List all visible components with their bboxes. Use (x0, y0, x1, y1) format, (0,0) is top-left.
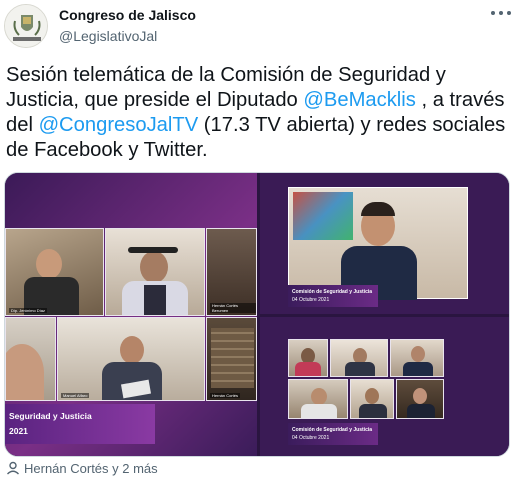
banner-title: Seguridad y Justicia (9, 411, 92, 421)
video-tile: Manuel Alfaro (57, 317, 205, 401)
video-tile (396, 379, 444, 419)
video-tile (330, 339, 388, 377)
liked-by-row[interactable]: Hernán Cortés y 2 más (6, 461, 158, 476)
participant-label: Hernán Cortés (210, 393, 241, 398)
video-tile (5, 317, 56, 401)
banner-title: Comisión de Seguridad y Justicia (292, 289, 373, 295)
photo-video-call-grid[interactable]: Comisión de Seguridad y Justicia 04 Octu… (260, 317, 509, 456)
video-tile (288, 339, 328, 377)
photo-video-call-grid[interactable]: Dip. Jerónimo Díaz Hernán Cortés Berumen… (5, 173, 257, 456)
video-tile (288, 379, 348, 419)
video-tile: Dip. Jerónimo Díaz (5, 228, 104, 316)
banner-date: 2021 (9, 426, 28, 436)
broadcast-banner: Comisión de Seguridad y Justicia 04 Octu… (288, 423, 378, 445)
author-name[interactable]: Congreso de Jalisco (59, 7, 196, 24)
participant-label: Manuel Alfaro (61, 393, 90, 398)
banner-title: Comisión de Seguridad y Justicia (292, 427, 373, 433)
banner-date: 04 Octubre 2021 (292, 435, 330, 441)
video-tile (350, 379, 394, 419)
broadcast-banner: Comisión de Seguridad y Justicia 04 Octu… (288, 285, 378, 307)
avatar[interactable] (4, 4, 48, 48)
tweet-text: Sesión telemática de la Comisión de Segu… (6, 63, 512, 163)
broadcast-banner: Seguridad y Justicia 2021 (5, 404, 155, 444)
liked-by-text[interactable]: Hernán Cortés y 2 más (24, 461, 158, 476)
media-grid: Dip. Jerónimo Díaz Hernán Cortés Berumen… (4, 172, 510, 457)
video-tile (105, 228, 205, 316)
video-tile (288, 187, 468, 300)
participant-label: Hernán Cortés Berumen (210, 303, 256, 313)
escudo-icon (5, 5, 47, 47)
video-tile: Hernán Cortés (206, 317, 257, 401)
mention-link[interactable]: @CongresoJalTV (39, 114, 199, 136)
tweet: Congreso de Jalisco @LegislativoJal Sesi… (0, 0, 523, 481)
tweet-header: Congreso de Jalisco @LegislativoJal (59, 7, 196, 45)
more-options-icon[interactable] (490, 6, 512, 20)
video-tile: Hernán Cortés Berumen (206, 228, 257, 316)
video-tile (390, 339, 444, 377)
banner-date: 04 Octubre 2021 (292, 297, 330, 303)
photo-single-speaker[interactable]: Comisión de Seguridad y Justicia 04 Octu… (260, 173, 509, 314)
author-handle[interactable]: @LegislativoJal (59, 28, 196, 45)
participant-label: Dip. Jerónimo Díaz (9, 308, 48, 313)
mention-link[interactable]: @BeMacklis (303, 89, 415, 111)
user-icon (7, 461, 19, 475)
